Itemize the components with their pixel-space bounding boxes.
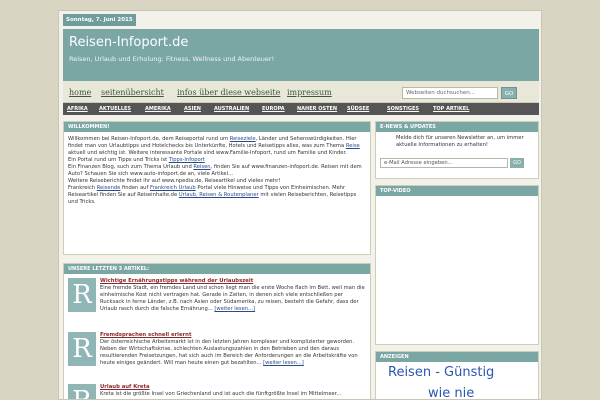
category-sonstiges[interactable]: SONSTIGES: [387, 103, 419, 115]
ads-heading: ANZEIGEN: [376, 352, 538, 362]
link-routenplaner[interactable]: Urlaub, Reisen & Routenplaner: [179, 192, 259, 198]
read-more-link[interactable]: [weiter lesen...]: [214, 306, 255, 312]
search-button[interactable]: GO: [501, 87, 517, 99]
site-header: Reisen-Infoport.de Reisen, Urlaub und Er…: [63, 29, 539, 81]
ad-text-line1[interactable]: Reisen - Günstig: [388, 365, 494, 380]
category-afrika[interactable]: AFRIKA: [67, 103, 88, 115]
nav-about[interactable]: infos über diese webseite: [177, 88, 280, 97]
article-thumbnail[interactable]: R: [68, 278, 96, 312]
category-amerika[interactable]: AMERIKA: [145, 103, 171, 115]
welcome-heading: WILLKOMMEN!: [64, 122, 370, 132]
link-frankreich-urlaub[interactable]: Frankreich Urlaub: [150, 185, 196, 191]
link-reise[interactable]: Reise: [346, 143, 360, 149]
article-thumbnail[interactable]: R: [68, 384, 96, 399]
page-wrapper: Sonntag, 7. Juni 2015 Reisen-Infoport.de…: [58, 10, 542, 400]
category-top-artikel[interactable]: TOP ARTIKEL: [433, 103, 469, 115]
category-asien[interactable]: ASIEN: [184, 103, 201, 115]
article-title[interactable]: Fremdsprachen schnell erlernt: [100, 332, 191, 338]
top-bar: Sonntag, 7. Juni 2015: [59, 11, 541, 29]
ads-box: ANZEIGEN Reisen - Günstig wie nie: [375, 351, 539, 399]
article-excerpt: Eine fremde Stadt, ein fremdes Land und …: [100, 285, 365, 312]
welcome-text: Willkommen bei Reisen-Infoport.de, dem R…: [68, 136, 362, 205]
video-heading: TOP-VIDEO: [376, 186, 538, 196]
main-navigation: home seitenübersicht infos über diese we…: [63, 81, 539, 103]
articles-box: UNSERE LETZTEN 3 ARTIKEL: R Wichtige Ern…: [63, 263, 371, 399]
nav-home[interactable]: home: [69, 88, 91, 97]
article-title[interactable]: Urlaub auf Kreta: [100, 384, 150, 390]
site-title[interactable]: Reisen-Infoport.de: [69, 35, 188, 50]
newsletter-heading: E-NEWS & UPDATES: [376, 122, 538, 132]
article-item: R Wichtige Ernährungstipps während der U…: [68, 278, 368, 322]
date-label: Sonntag, 7. Juni 2015: [63, 14, 136, 26]
ad-text-line2[interactable]: wie nie: [428, 386, 474, 399]
article-thumbnail[interactable]: R: [68, 332, 96, 366]
newsletter-box: E-NEWS & UPDATES Melde dich für unseren …: [375, 121, 539, 179]
link-reisende[interactable]: Reisende: [97, 185, 121, 191]
newsletter-text: Melde dich für unseren Newsletter an, um…: [396, 135, 524, 148]
newsletter-submit-button[interactable]: GO: [510, 158, 524, 168]
article-excerpt: Kreta ist die größte Insel von Griechenl…: [100, 391, 342, 397]
welcome-box: WILLKOMMEN! Willkommen bei Reisen-Infopo…: [63, 121, 371, 255]
link-reisen[interactable]: Reisen: [193, 164, 210, 170]
category-suedsee[interactable]: SÜDSEE: [347, 103, 369, 115]
search-input[interactable]: Webseiten duchsuchen...: [402, 87, 498, 99]
nav-sitemap[interactable]: seitenübersicht: [101, 88, 164, 97]
articles-heading: UNSERE LETZTEN 3 ARTIKEL:: [64, 264, 370, 274]
article-item: R Urlaub auf Kreta Kreta ist die größte …: [68, 384, 368, 399]
site-description: Reisen, Urlaub und Erholung: Fitness, We…: [69, 55, 275, 63]
read-more-link[interactable]: [weiter lesen...]: [263, 360, 304, 366]
article-item: R Fremdsprachen schnell erlernt Der öste…: [68, 332, 368, 376]
category-bar: AFRIKA AKTUELLES AMERIKA ASIEN AUSTRALIE…: [63, 103, 539, 115]
article-excerpt: Der österreichische Arbeitsmarkt ist in …: [100, 339, 358, 366]
category-europa[interactable]: EUROPA: [262, 103, 285, 115]
newsletter-email-input[interactable]: e-Mail Adresse eingeben...: [380, 158, 508, 168]
ad-banner[interactable]: Reisen - Günstig wie nie: [378, 364, 538, 399]
link-reiseziele[interactable]: Reiseziele: [230, 136, 256, 142]
category-naher-osten[interactable]: NAHER OSTEN: [297, 103, 337, 115]
video-box: TOP-VIDEO: [375, 185, 539, 345]
link-tipps-infoport[interactable]: Tipps-Infoport: [169, 157, 205, 163]
nav-imprint[interactable]: impressum: [287, 88, 332, 97]
category-aktuelles[interactable]: AKTUELLES: [99, 103, 131, 115]
article-title[interactable]: Wichtige Ernährungstipps während der Url…: [100, 278, 253, 284]
category-australien[interactable]: AUSTRALIEN: [214, 103, 249, 115]
